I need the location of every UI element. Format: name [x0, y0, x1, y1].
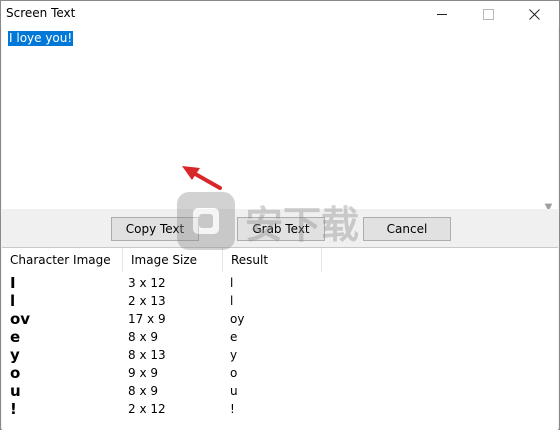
result: e [230, 330, 238, 344]
list-item[interactable]: ov 17 x 9 oy [2, 310, 558, 328]
image-size: 8 x 13 [128, 348, 166, 362]
result: ! [230, 402, 235, 416]
column-header-result[interactable]: Result [222, 248, 322, 272]
character-image: o [10, 364, 21, 382]
image-size: 8 x 9 [128, 384, 158, 398]
title-bar: Screen Text [1, 1, 559, 27]
window-title: Screen Text [6, 6, 76, 20]
close-button[interactable] [511, 1, 557, 27]
character-image: u [10, 382, 21, 400]
close-icon [528, 8, 540, 20]
grab-text-button[interactable]: Grab Text [237, 217, 325, 241]
selected-text[interactable]: I loye you! [8, 31, 74, 46]
list-item[interactable]: o 9 x 9 o [2, 364, 558, 382]
cancel-button[interactable]: Cancel [363, 217, 451, 241]
column-header-image-size[interactable]: Image Size [122, 248, 222, 272]
list-item[interactable]: ! 2 x 12 ! [2, 400, 558, 418]
image-size: 2 x 12 [128, 402, 166, 416]
character-image: l [10, 292, 16, 310]
result: u [230, 384, 238, 398]
image-size: 3 x 12 [128, 276, 166, 290]
screen-text-window: Screen Text I loye you! ▼ ◀ ▶ Copy Text … [0, 0, 560, 430]
result: l [230, 276, 234, 290]
result: l [230, 294, 234, 308]
character-image: ! [10, 400, 17, 418]
image-size: 2 x 13 [128, 294, 166, 308]
list-item[interactable]: l 2 x 13 l [2, 292, 558, 310]
character-image: ov [10, 310, 31, 328]
list-item[interactable]: e 8 x 9 e [2, 328, 558, 346]
minimize-icon [437, 13, 447, 15]
list-item[interactable]: y 8 x 13 y [2, 346, 558, 364]
column-header-character-image[interactable]: Character Image [2, 248, 122, 272]
result: o [230, 366, 238, 380]
button-row: Copy Text Grab Text Cancel [1, 209, 559, 247]
list-item[interactable]: u 8 x 9 u [2, 382, 558, 400]
result-text-area[interactable]: I loye you! ▼ ◀ ▶ [2, 27, 559, 234]
result: y [230, 348, 238, 362]
maximize-icon [482, 8, 494, 20]
maximize-button [465, 1, 511, 27]
image-size: 8 x 9 [128, 330, 158, 344]
minimize-button[interactable] [419, 1, 465, 27]
character-image: e [10, 328, 21, 346]
image-size: 9 x 9 [128, 366, 158, 380]
image-size: 17 x 9 [128, 312, 166, 326]
copy-text-button[interactable]: Copy Text [111, 217, 199, 241]
character-image: I [10, 274, 16, 292]
result: oy [230, 312, 245, 326]
character-image: y [10, 346, 20, 364]
character-list[interactable]: Character Image Image Size Result I 3 x … [2, 247, 558, 430]
list-item[interactable]: I 3 x 12 l [2, 274, 558, 292]
